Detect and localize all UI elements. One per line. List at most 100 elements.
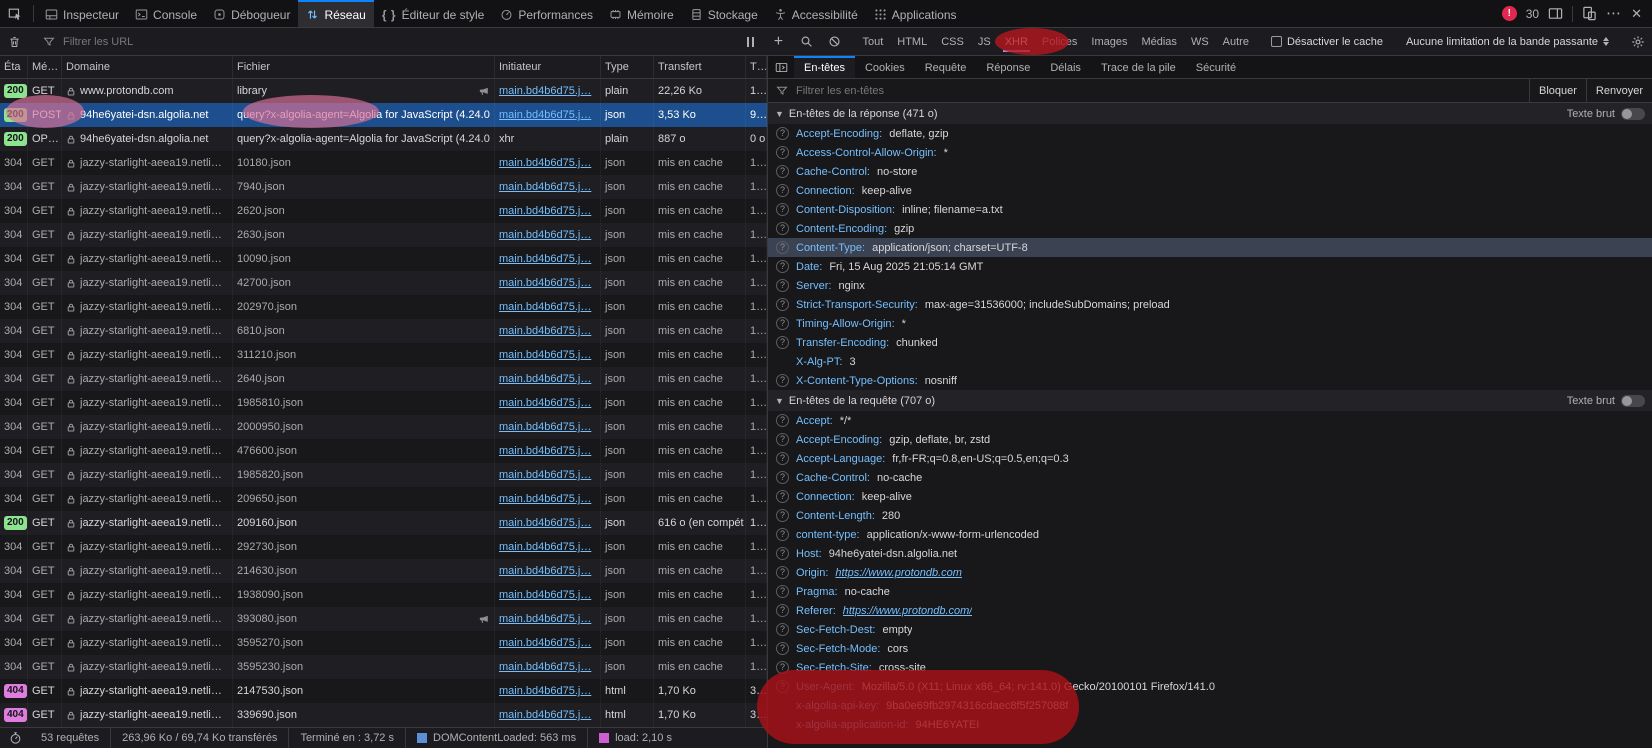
header-row[interactable]: ? Cache-Control no-cache — [768, 468, 1652, 487]
request-row[interactable]: 304 GET jazzy-starlight-aeea19.netli… 26… — [0, 223, 767, 247]
request-row[interactable]: 304 GET jazzy-starlight-aeea19.netli… 10… — [0, 151, 767, 175]
request-headers-section-header[interactable]: ▼ En-têtes de la requête (707 o) Texte b… — [768, 390, 1652, 411]
header-info-icon[interactable]: ? — [776, 222, 789, 235]
header-row[interactable]: ? Origin https://www.protondb.com — [768, 563, 1652, 582]
split-console-icon[interactable] — [1548, 6, 1563, 21]
header-row[interactable]: ? x-algolia-application-id 94HE6YATEI — [768, 715, 1652, 734]
initiator-cell[interactable]: main.bd4b6d75.j… — [495, 391, 601, 415]
header-info-icon[interactable]: ? — [776, 490, 789, 503]
tab-memoire[interactable]: Mémoire — [601, 0, 682, 27]
block-request-button[interactable] — [820, 28, 848, 55]
initiator-cell[interactable]: main.bd4b6d75.j… — [495, 271, 601, 295]
request-row[interactable]: 304 GET jazzy-starlight-aeea19.netli… 79… — [0, 175, 767, 199]
split-panel-toggle[interactable] — [768, 56, 794, 78]
request-row[interactable]: 304 GET jazzy-starlight-aeea19.netli… 20… — [0, 295, 767, 319]
search-button[interactable] — [792, 28, 820, 55]
header-info-icon[interactable]: ? — [776, 241, 789, 254]
tab-performances[interactable]: Performances — [492, 0, 601, 27]
disable-cache-checkbox[interactable] — [1271, 36, 1282, 47]
request-row[interactable]: 404 GET jazzy-starlight-aeea19.netli… 33… — [0, 703, 767, 727]
request-row[interactable]: 304 GET jazzy-starlight-aeea19.netli… 35… — [0, 655, 767, 679]
error-badge-icon[interactable]: ! — [1502, 6, 1517, 21]
initiator-cell[interactable]: main.bd4b6d75.j… — [495, 439, 601, 463]
tab-stockage[interactable]: Stockage — [682, 0, 766, 27]
col-method[interactable]: Mé… — [28, 56, 62, 78]
initiator-cell[interactable]: main.bd4b6d75.j… — [495, 415, 601, 439]
filter-images[interactable]: Images — [1084, 28, 1134, 55]
header-row[interactable]: ? Strict-Transport-Security max-age=3153… — [768, 295, 1652, 314]
request-row[interactable]: 304 GET jazzy-starlight-aeea19.netli… 68… — [0, 319, 767, 343]
block-button[interactable]: Bloquer — [1529, 79, 1586, 102]
header-info-icon[interactable]: ? — [776, 642, 789, 655]
request-row[interactable]: 304 GET jazzy-starlight-aeea19.netli… 26… — [0, 199, 767, 223]
header-row[interactable]: ? Sec-Fetch-Dest empty — [768, 620, 1652, 639]
header-row[interactable]: ? Connection keep-alive — [768, 181, 1652, 200]
header-row[interactable]: ? Accept-Encoding deflate, gzip — [768, 124, 1652, 143]
header-info-icon[interactable]: ? — [776, 260, 789, 273]
header-info-icon[interactable]: ? — [776, 680, 789, 693]
dom-content-loaded-time[interactable]: DOMContentLoaded: 563 ms — [406, 728, 588, 748]
header-info-icon[interactable]: ? — [776, 203, 789, 216]
initiator-cell[interactable]: main.bd4b6d75.j… — [495, 247, 601, 271]
col-size[interactable]: T… — [746, 56, 767, 78]
header-info-icon[interactable]: ? — [776, 433, 789, 446]
initiator-cell[interactable]: main.bd4b6d75.j… — [495, 511, 601, 535]
header-row[interactable]: ? Pragma no-cache — [768, 582, 1652, 601]
header-row[interactable]: ? Sec-Fetch-Mode cors — [768, 639, 1652, 658]
pick-element-button[interactable] — [0, 0, 30, 27]
headers-scroll-area[interactable]: ▼ En-têtes de la réponse (471 o) Texte b… — [768, 103, 1652, 748]
initiator-cell[interactable]: main.bd4b6d75.j… — [495, 151, 601, 175]
resend-button[interactable]: Renvoyer — [1586, 79, 1652, 102]
header-row[interactable]: ? content-type application/x-www-form-ur… — [768, 525, 1652, 544]
tab-reponse[interactable]: Réponse — [976, 56, 1040, 78]
close-devtools-icon[interactable]: ✕ — [1631, 6, 1642, 22]
request-row[interactable]: 304 GET jazzy-starlight-aeea19.netli… 29… — [0, 535, 767, 559]
filter-html[interactable]: HTML — [890, 28, 934, 55]
header-info-icon[interactable]: ? — [776, 547, 789, 560]
request-row[interactable]: 304 GET jazzy-starlight-aeea19.netli… 35… — [0, 631, 767, 655]
header-row[interactable]: ? User-Agent Mozilla/5.0 (X11; Linux x86… — [768, 677, 1652, 696]
header-info-icon[interactable]: ? — [776, 471, 789, 484]
more-options-icon[interactable]: ⋯ — [1606, 9, 1622, 19]
header-row[interactable]: ? Server nginx — [768, 276, 1652, 295]
request-row[interactable]: 304 GET jazzy-starlight-aeea19.netli… 19… — [0, 583, 767, 607]
initiator-cell[interactable]: main.bd4b6d75.j… — [495, 367, 601, 391]
header-info-icon[interactable]: ? — [776, 661, 789, 674]
initiator-cell[interactable]: main.bd4b6d75.j… — [495, 343, 601, 367]
header-info-icon[interactable]: ? — [776, 452, 789, 465]
header-info-icon[interactable]: ? — [776, 317, 789, 330]
initiator-cell[interactable]: main.bd4b6d75.j… — [495, 583, 601, 607]
tab-inspecteur[interactable]: Inspecteur — [37, 0, 127, 27]
col-file[interactable]: Fichier — [233, 56, 495, 78]
header-row[interactable]: ? Content-Encoding gzip — [768, 219, 1652, 238]
clear-requests-button[interactable] — [0, 28, 28, 55]
tab-debogueur[interactable]: Débogueur — [205, 0, 298, 27]
filter-polices[interactable]: Polices — [1035, 28, 1084, 55]
header-row[interactable]: ? Access-Control-Allow-Origin * — [768, 143, 1652, 162]
initiator-cell[interactable]: main.bd4b6d75.j… — [495, 319, 601, 343]
responsive-design-icon[interactable] — [1582, 6, 1597, 21]
header-row[interactable]: ? Content-Type application/json; charset… — [768, 238, 1652, 257]
throttling-select[interactable]: Aucune limitation de la bande passante — [1398, 36, 1617, 48]
filter-medias[interactable]: Médias — [1134, 28, 1183, 55]
tab-securite[interactable]: Sécurité — [1186, 56, 1246, 78]
filter-tout[interactable]: Tout — [855, 28, 890, 55]
col-type[interactable]: Type — [601, 56, 654, 78]
initiator-cell[interactable]: main.bd4b6d75.j… — [495, 607, 601, 631]
new-request-button[interactable]: + — [764, 28, 792, 55]
header-row[interactable]: ? Accept */* — [768, 411, 1652, 430]
request-row[interactable]: 304 GET jazzy-starlight-aeea19.netli… 10… — [0, 247, 767, 271]
header-info-icon[interactable]: ? — [776, 184, 789, 197]
initiator-cell[interactable]: main.bd4b6d75.j… — [495, 631, 601, 655]
load-time[interactable]: load: 2,10 s — [588, 728, 683, 748]
tab-en-tetes[interactable]: En-têtes — [794, 56, 855, 78]
request-row[interactable]: 200 GET www.protondb.com library main.bd… — [0, 79, 767, 103]
col-transfer[interactable]: Transfert — [654, 56, 746, 78]
initiator-cell[interactable]: main.bd4b6d75.j… — [495, 295, 601, 319]
tab-console[interactable]: Console — [127, 0, 205, 27]
header-row[interactable]: ? X-Alg-PT 3 — [768, 352, 1652, 371]
initiator-cell[interactable]: main.bd4b6d75.j… — [495, 79, 601, 103]
filter-css[interactable]: CSS — [934, 28, 971, 55]
request-row[interactable]: 304 GET jazzy-starlight-aeea19.netli… 20… — [0, 487, 767, 511]
tab-cookies[interactable]: Cookies — [855, 56, 915, 78]
